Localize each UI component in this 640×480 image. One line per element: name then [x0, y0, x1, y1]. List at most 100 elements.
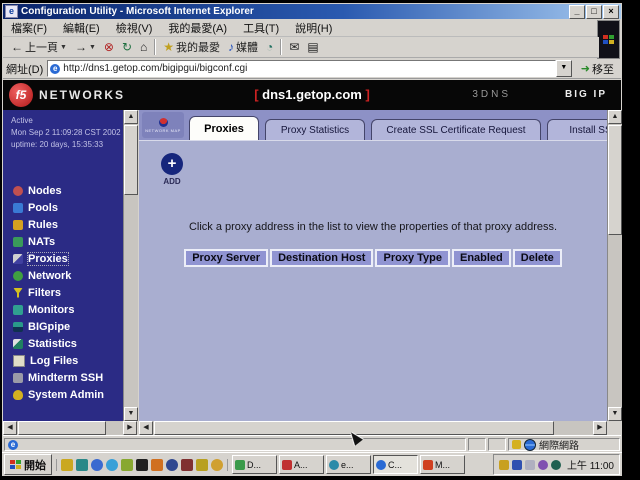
- task-button-3[interactable]: e...: [326, 455, 371, 474]
- print-button[interactable]: ▤: [303, 40, 322, 54]
- task-button-2[interactable]: A...: [279, 455, 324, 474]
- start-flag-icon: [10, 460, 21, 469]
- tab-create-ssl-certificate-request[interactable]: Create SSL Certificate Request: [371, 119, 541, 140]
- menu-edit[interactable]: 編輯(E): [55, 20, 108, 36]
- maximize-button[interactable]: □: [586, 5, 602, 19]
- task-button-5[interactable]: M...: [420, 455, 465, 474]
- quicklaunch-icon-7[interactable]: [151, 459, 163, 471]
- pools-icon: [13, 203, 23, 213]
- task-button-4-active[interactable]: C...: [373, 455, 418, 474]
- forward-icon: →: [75, 41, 87, 53]
- sidebar-item-network[interactable]: Network: [13, 267, 104, 284]
- quicklaunch-icon-10[interactable]: [196, 459, 208, 471]
- mail-button[interactable]: ✉: [285, 40, 303, 54]
- tab-proxies[interactable]: Proxies: [189, 116, 259, 140]
- task-label: e...: [341, 460, 354, 470]
- scroll-thumb[interactable]: [18, 421, 106, 435]
- scroll-thumb[interactable]: [608, 125, 622, 235]
- scroll-up-icon[interactable]: ▲: [608, 110, 622, 124]
- tray-icon-4[interactable]: [538, 460, 548, 470]
- task-button-1[interactable]: D...: [232, 455, 277, 474]
- scroll-left-icon[interactable]: ◀: [3, 421, 17, 435]
- address-input[interactable]: e http://dns1.getop.com/bigipgui/bigconf…: [47, 60, 556, 77]
- home-button[interactable]: ⌂: [136, 40, 151, 54]
- minimize-button[interactable]: _: [569, 5, 585, 19]
- quicklaunch-icon-3[interactable]: [91, 459, 103, 471]
- back-button[interactable]: ← 上一頁 ▼: [7, 38, 71, 56]
- menu-favorites[interactable]: 我的最愛(A): [160, 20, 235, 36]
- media-button[interactable]: ♪ 媒體: [224, 38, 262, 56]
- menu-help[interactable]: 說明(H): [287, 20, 340, 36]
- content-horizontal-scrollbar[interactable]: ◀ ▶: [139, 421, 607, 435]
- forward-button[interactable]: → ▼: [71, 40, 100, 54]
- column-header-proxy-server[interactable]: Proxy Server: [184, 249, 268, 267]
- back-dropdown-icon[interactable]: ▼: [60, 44, 67, 51]
- tab-install-ssl-certificate[interactable]: Install SSL Certificate: [547, 119, 607, 140]
- menu-view[interactable]: 檢視(V): [108, 20, 161, 36]
- status-main-pane: e: [4, 438, 466, 451]
- sidebar-item-statistics[interactable]: Statistics: [13, 335, 104, 352]
- scroll-right-icon[interactable]: ▶: [123, 421, 137, 435]
- content-vertical-scrollbar[interactable]: ▲ ▼: [607, 110, 622, 421]
- menu-file[interactable]: 檔案(F): [3, 20, 55, 36]
- quicklaunch-icon-2[interactable]: [76, 459, 88, 471]
- history-button[interactable]: ◔: [262, 40, 277, 54]
- link-bigip[interactable]: BIG IP: [565, 89, 607, 100]
- scroll-down-icon[interactable]: ▼: [608, 407, 622, 421]
- sidebar-item-system-admin[interactable]: System Admin: [13, 386, 104, 403]
- go-button[interactable]: ➜ 移至: [577, 61, 618, 77]
- tray-icon-2[interactable]: [512, 460, 522, 470]
- window-titlebar[interactable]: e Configuration Utility - Microsoft Inte…: [3, 4, 621, 19]
- window-icon: e: [5, 5, 18, 18]
- desktop-screen: e Configuration Utility - Microsoft Inte…: [2, 3, 622, 476]
- scroll-right-icon[interactable]: ▶: [593, 421, 607, 435]
- sidebar-item-rules[interactable]: Rules: [13, 216, 104, 233]
- quicklaunch-icon-4[interactable]: [106, 459, 118, 471]
- sidebar-item-pools[interactable]: Pools: [13, 199, 104, 216]
- close-button[interactable]: ×: [603, 5, 619, 19]
- refresh-button[interactable]: ↻: [118, 40, 136, 54]
- quicklaunch-icon-8[interactable]: [166, 459, 178, 471]
- favorites-button[interactable]: ★ 我的最愛: [159, 38, 224, 56]
- tray-icon-5[interactable]: [551, 460, 561, 470]
- scroll-up-icon[interactable]: ▲: [124, 110, 138, 124]
- column-header-enabled[interactable]: Enabled: [452, 249, 511, 267]
- column-header-destination-host[interactable]: Destination Host: [270, 249, 373, 267]
- sidebar-item-filters[interactable]: Filters: [13, 284, 104, 301]
- quicklaunch-icon-5[interactable]: [121, 459, 133, 471]
- status-datetime: Mon Sep 2 11:09:28 CST 2002: [11, 127, 121, 139]
- start-button[interactable]: 開始: [4, 454, 52, 475]
- sidebar-item-nodes[interactable]: Nodes: [13, 182, 104, 199]
- forward-dropdown-icon[interactable]: ▼: [89, 44, 96, 51]
- scroll-down-icon[interactable]: ▼: [124, 407, 138, 421]
- tab-proxy-statistics[interactable]: Proxy Statistics: [265, 119, 365, 140]
- scroll-thumb[interactable]: [124, 125, 138, 195]
- sidebar-item-logfiles[interactable]: Log Files: [13, 352, 104, 369]
- network-map-button[interactable]: NETWORK MAP: [142, 112, 184, 138]
- quicklaunch-icon-1[interactable]: [61, 459, 73, 471]
- link-3dns[interactable]: 3DNS: [472, 89, 511, 100]
- column-header-delete[interactable]: Delete: [513, 249, 562, 267]
- menu-tools[interactable]: 工具(T): [235, 20, 287, 36]
- stop-button[interactable]: ⊗: [100, 40, 118, 54]
- sidebar-horizontal-scrollbar[interactable]: ◀ ▶: [3, 421, 137, 435]
- sidebar-vertical-scrollbar[interactable]: ▲ ▼: [123, 110, 138, 421]
- proxies-page: + ADD Click a proxy address in the list …: [139, 140, 607, 421]
- tray-icon-1[interactable]: [499, 460, 509, 470]
- add-button[interactable]: +: [161, 153, 183, 175]
- sidebar-item-nats[interactable]: NATs: [13, 233, 104, 250]
- column-header-proxy-type[interactable]: Proxy Type: [375, 249, 450, 267]
- address-dropdown-icon[interactable]: ▼: [556, 60, 572, 77]
- sidebar-item-label: Proxies: [28, 253, 68, 265]
- sidebar-item-monitors[interactable]: Monitors: [13, 301, 104, 318]
- sidebar-item-bigpipe[interactable]: BIGpipe: [13, 318, 104, 335]
- crt-capture: e Configuration Utility - Microsoft Inte…: [0, 0, 640, 480]
- sidebar-item-mindterm-ssh[interactable]: Mindterm SSH: [13, 369, 104, 386]
- quicklaunch-icon-6[interactable]: [136, 459, 148, 471]
- quicklaunch-icon-11[interactable]: [211, 459, 223, 471]
- sidebar-item-proxies[interactable]: Proxies: [13, 250, 104, 267]
- tray-icon-3[interactable]: [525, 460, 535, 470]
- filters-icon: [13, 288, 23, 298]
- quicklaunch-icon-9[interactable]: [181, 459, 193, 471]
- scroll-left-icon[interactable]: ◀: [139, 421, 153, 435]
